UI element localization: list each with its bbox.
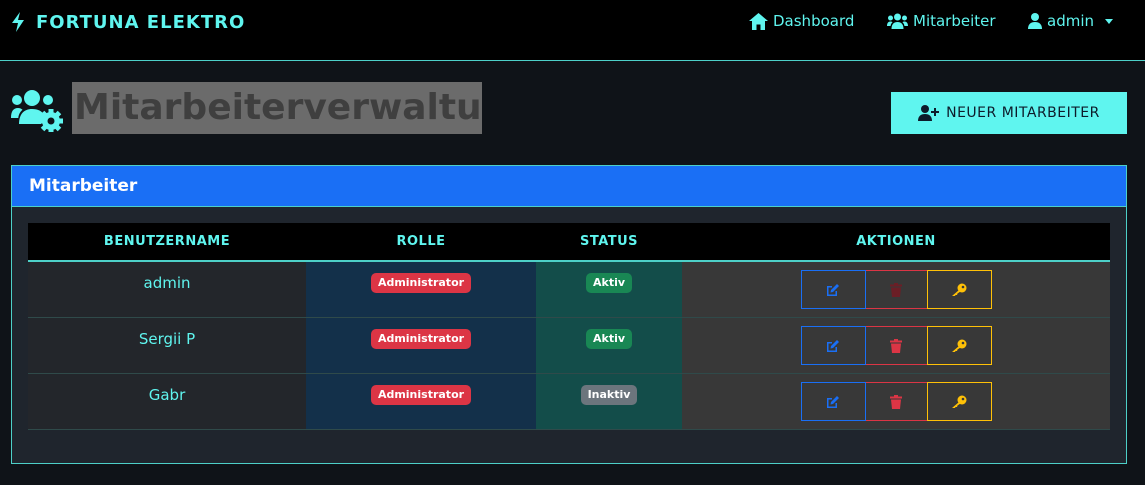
delete-button[interactable] [865,382,927,421]
edit-button[interactable] [800,270,866,309]
role-cell: Administrator [306,318,536,373]
username-cell: Sergii P [28,318,306,373]
users-gear-icon [11,90,63,132]
status-badge: Inaktiv [580,385,638,405]
trash-icon [890,338,902,353]
status-badge: Aktiv [585,329,633,349]
delete-button[interactable] [865,270,927,309]
column-header-actions: AKTIONEN [856,234,936,249]
username-cell: Gabr [28,374,306,429]
trash-icon [890,394,902,409]
actions-cell [682,262,1110,317]
user-menu-toggle[interactable]: admin [1028,9,1113,33]
table-row: admin Administrator Aktiv [28,262,1110,318]
table-header: BENUTZERNAME ROLLE STATUS AKTIONEN [28,223,1110,262]
column-header-role[interactable]: ROLLE [306,223,536,260]
key-icon [952,395,967,408]
reset-password-button[interactable] [926,270,992,309]
navbar: FORTUNA ELEKTRO Dashboard Mitarbeiter ad… [0,0,1145,61]
edit-button[interactable] [800,382,866,421]
username-cell: admin [28,262,306,317]
bolt-icon [12,12,24,32]
action-group [800,382,992,429]
brand[interactable]: FORTUNA ELEKTRO [10,9,245,35]
status-cell: Aktiv [536,318,682,373]
key-icon [952,283,967,296]
actions-cell [682,374,1110,429]
role-badge: Administrator [370,385,472,405]
key-icon [952,339,967,352]
actions-cell [682,318,1110,373]
delete-button[interactable] [865,326,927,365]
table-row: Sergii P Administrator Aktiv [28,318,1110,374]
column-header-username[interactable]: BENUTZERNAME [28,223,306,260]
edit-icon [827,339,839,352]
user-plus-icon [918,105,940,121]
action-group [800,326,992,373]
new-employee-button[interactable]: NEUER MITARBEITER [891,92,1127,134]
nav-dashboard-label: Dashboard [773,12,855,30]
nav-mitarbeiter[interactable]: Mitarbeiter [887,9,996,33]
home-icon [749,12,768,30]
edit-icon [827,283,839,296]
new-employee-label: NEUER MITARBEITER [946,105,1100,121]
user-icon [1028,13,1042,29]
employees-card: Mitarbeiter BENUTZERNAME ROLLE STATUS AK… [11,165,1127,464]
edit-icon [827,395,839,408]
nav-mitarbeiter-label: Mitarbeiter [913,12,996,30]
card-title: Mitarbeiter [12,166,1126,207]
page-title: Mitarbeiterverwaltung [72,82,482,134]
action-group [800,270,992,317]
role-cell: Administrator [306,262,536,317]
reset-password-button[interactable] [926,382,992,421]
status-cell: Aktiv [536,262,682,317]
edit-button[interactable] [800,326,866,365]
users-icon [887,13,908,29]
chevron-down-icon [1105,18,1113,24]
status-badge: Aktiv [585,273,633,293]
table-row: Gabr Administrator Inaktiv [28,374,1110,430]
role-badge: Administrator [370,329,472,349]
brand-name: FORTUNA ELEKTRO [36,11,246,33]
nav-dashboard[interactable]: Dashboard [749,9,854,33]
reset-password-button[interactable] [926,326,992,365]
role-badge: Administrator [370,273,472,293]
role-cell: Administrator [306,374,536,429]
status-cell: Inaktiv [536,374,682,429]
employees-table: BENUTZERNAME ROLLE STATUS AKTIONEN admin… [28,223,1110,430]
user-menu-label: admin [1047,12,1094,30]
column-header-status[interactable]: STATUS [536,223,682,260]
trash-icon [890,282,902,297]
